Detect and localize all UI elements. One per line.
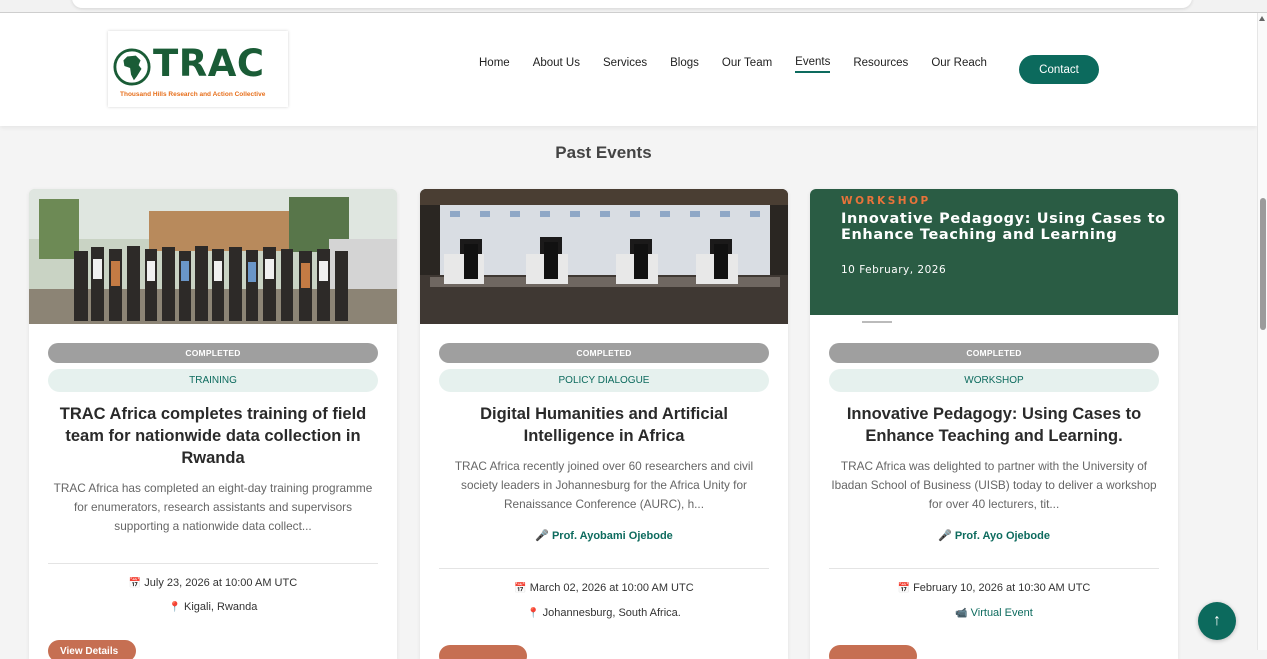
event-date-text: February 10, 2026 at 10:30 AM UTC: [913, 582, 1091, 594]
view-details-button[interactable]: [829, 645, 917, 659]
event-description: TRAC Africa has completed an eight-day t…: [53, 481, 373, 533]
event-title[interactable]: TRAC Africa completes training of field …: [49, 403, 377, 469]
view-details-button[interactable]: [439, 645, 527, 659]
browser-top-strip: [0, 0, 1267, 13]
site-logo[interactable]: TRAC Thousand Hills Research and Action …: [108, 31, 288, 107]
event-location: 📍 Kigali, Rwanda: [29, 601, 397, 613]
category-badge: TRAINING: [48, 369, 378, 392]
banner-bottom-strip: [810, 315, 1178, 324]
back-to-top-button[interactable]: ↑: [1198, 602, 1236, 640]
event-location-text: Virtual Event: [970, 607, 1033, 619]
scrollbar-thumb[interactable]: [1260, 198, 1266, 330]
event-date: 📅 March 02, 2026 at 10:00 AM UTC: [420, 582, 788, 594]
calendar-icon: 📅: [897, 583, 911, 594]
banner-scrap-mark: [862, 321, 892, 323]
event-location: 📍 Johannesburg, South Africa.: [420, 607, 788, 619]
contact-button[interactable]: Contact: [1019, 55, 1099, 84]
event-date: 📅 July 23, 2026 at 10:00 AM UTC: [29, 577, 397, 589]
event-location-text: Johannesburg, South Africa.: [542, 607, 681, 619]
event-date-text: July 23, 2026 at 10:00 AM UTC: [144, 577, 298, 589]
category-badge: WORKSHOP: [829, 369, 1159, 392]
status-badge: COMPLETED: [439, 343, 769, 363]
status-badge: COMPLETED: [48, 343, 378, 363]
event-card: COMPLETED POLICY DIALOGUE Digital Humani…: [420, 189, 788, 659]
group-photo-image: [29, 189, 397, 324]
nav-events[interactable]: Events: [795, 56, 831, 73]
event-title[interactable]: Digital Humanities and Artificial Intell…: [440, 403, 768, 447]
logo-wordmark: TRAC: [153, 42, 265, 85]
category-badge: POLICY DIALOGUE: [439, 369, 769, 392]
event-title[interactable]: Innovative Pedagogy: Using Cases to Enha…: [830, 403, 1158, 447]
nav-our-team[interactable]: Our Team: [722, 57, 772, 72]
event-location-text: Kigali, Rwanda: [184, 601, 258, 613]
event-description: TRAC Africa recently joined over 60 rese…: [454, 459, 754, 511]
video-camera-icon: 📹: [955, 608, 968, 619]
event-speaker: 🎤 Prof. Ayobami Ojebode: [420, 529, 788, 542]
event-description: TRAC Africa was delighted to partner wit…: [831, 459, 1157, 511]
event-location: 📹 Virtual Event: [810, 607, 1178, 619]
africa-globe-icon: [113, 48, 151, 86]
site-header: TRAC Thousand Hills Research and Action …: [0, 13, 1257, 126]
scroll-up-arrow-icon[interactable]: [1259, 16, 1265, 21]
banner-title: Innovative Pedagogy: Using Cases to Enha…: [841, 211, 1166, 243]
nav-home[interactable]: Home: [479, 57, 510, 72]
event-image-group-photo[interactable]: [29, 189, 397, 324]
scrollbar[interactable]: [1257, 13, 1267, 650]
nav-our-reach[interactable]: Our Reach: [931, 57, 987, 72]
event-date-text: March 02, 2026 at 10:00 AM UTC: [529, 582, 694, 594]
main-nav: Home About Us Services Blogs Our Team Ev…: [479, 56, 1010, 73]
event-card: WORKSHOP Innovative Pedagogy: Using Case…: [810, 189, 1178, 659]
banner-kicker: WORKSHOP: [841, 195, 931, 207]
microphone-icon: 🎤: [938, 530, 952, 542]
calendar-icon: 📅: [514, 583, 527, 594]
pin-icon: 📍: [168, 602, 182, 613]
panel-photo-image: [420, 189, 788, 324]
card-divider: [829, 568, 1159, 569]
logo-tagline: Thousand Hills Research and Action Colle…: [120, 91, 266, 98]
nav-services[interactable]: Services: [603, 57, 647, 72]
nav-resources[interactable]: Resources: [853, 57, 908, 72]
event-card: COMPLETED TRAINING TRAC Africa completes…: [29, 189, 397, 659]
nav-blogs[interactable]: Blogs: [670, 57, 699, 72]
event-speaker: 🎤 Prof. Ayo Ojebode: [810, 529, 1178, 542]
banner-date: 10 February, 2026: [841, 264, 947, 276]
status-badge: COMPLETED: [829, 343, 1159, 363]
pin-icon: 📍: [527, 608, 540, 619]
event-date: 📅 February 10, 2026 at 10:30 AM UTC: [810, 582, 1178, 594]
event-image-panel-photo[interactable]: [420, 189, 788, 324]
calendar-icon: 📅: [128, 578, 142, 589]
card-divider: [439, 568, 769, 569]
event-speaker-name: Prof. Ayobami Ojebode: [551, 530, 673, 542]
top-bar-shape: [72, 0, 1192, 8]
microphone-icon: 🎤: [535, 530, 549, 542]
section-title: Past Events: [555, 143, 652, 162]
event-image-workshop-banner[interactable]: WORKSHOP Innovative Pedagogy: Using Case…: [810, 189, 1178, 324]
workshop-banner: WORKSHOP Innovative Pedagogy: Using Case…: [810, 189, 1178, 315]
nav-about-us[interactable]: About Us: [533, 57, 580, 72]
event-speaker-name: Prof. Ayo Ojebode: [954, 530, 1050, 542]
arrow-up-icon: ↑: [1213, 612, 1221, 629]
card-divider: [48, 563, 378, 564]
